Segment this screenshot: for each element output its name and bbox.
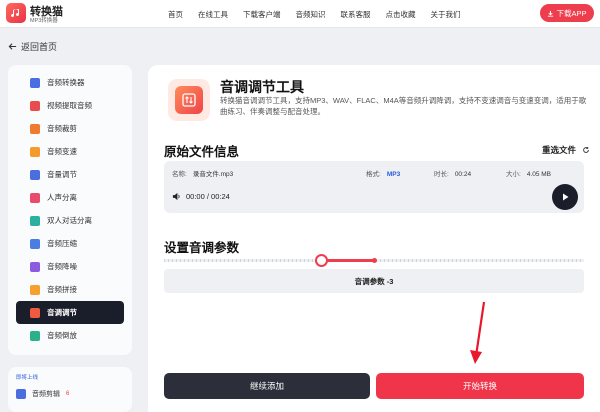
file-duration-value: 00:24 [454, 171, 472, 178]
download-icon [548, 10, 554, 17]
back-home-link[interactable]: 返回首页 [8, 40, 57, 53]
file-size-value: 4.05 MB [526, 171, 552, 178]
slider-thumb[interactable] [315, 254, 328, 267]
tool-icon [30, 123, 40, 134]
nav-contact[interactable]: 联系客服 [341, 9, 371, 20]
pitch-value-display: 音调参数 -3 [164, 269, 584, 293]
sidebar-item[interactable]: 音频压缩 [16, 232, 124, 255]
audio-player: 00:00 / 00:24 [172, 192, 230, 201]
file-name-label: 名称: [172, 171, 187, 178]
pitch-tool-icon [168, 79, 210, 121]
nav-download-client[interactable]: 下载客户端 [243, 9, 281, 20]
volume-icon[interactable] [172, 192, 181, 201]
brand-subtitle: MP3转换器 [30, 18, 58, 24]
slider-fill [321, 259, 374, 262]
main-nav: 首页 在线工具 下载客户端 音频知识 联系客服 点击收藏 关于我们 [168, 9, 476, 20]
nav-home[interactable]: 首页 [168, 9, 183, 20]
reselect-file-label: 重选文件 [541, 145, 576, 155]
sidebar-item[interactable]: 音调调节 [16, 301, 124, 324]
audio-edit-icon [16, 389, 26, 399]
refresh-icon [583, 147, 589, 153]
nav-online-tools[interactable]: 在线工具 [198, 9, 228, 20]
sidebar-item[interactable]: 视频提取音频 [16, 94, 124, 117]
continue-add-button[interactable]: 继续添加 [164, 373, 370, 399]
file-duration-row: 时长: 00:24 [434, 168, 471, 178]
tool-icon [30, 100, 40, 111]
sidebar-item[interactable]: 音频倒放 [16, 324, 124, 347]
sidebar-item-label: 音频降噪 [47, 262, 77, 271]
tool-icon [30, 238, 40, 249]
sidebar-item[interactable]: 人声分离 [16, 186, 124, 209]
download-app-label: 下载APP [556, 8, 587, 18]
red-arrow-annotation [470, 301, 486, 364]
reselect-file-button[interactable]: 重选文件 [542, 144, 590, 156]
sidebar-item-label: 音频变速 [47, 147, 77, 156]
file-size-row: 大小: 4.05 MB [506, 168, 551, 178]
tool-icon [30, 169, 40, 180]
file-info-box: 名称: 录音文件.mp3 格式: MP3 时长: 00:24 大小: 4.05 MB 0… [164, 161, 584, 213]
play-icon [563, 193, 569, 201]
playback-time: 00:00 / 00:24 [186, 192, 230, 201]
sidebar-item-label: 音频压缩 [47, 239, 77, 248]
tool-icon [30, 77, 40, 88]
sidebar-item-label: 音频倒放 [47, 331, 77, 340]
file-format-row: 格式: MP3 [366, 168, 400, 178]
sidebar-item[interactable]: 双人对话分离 [16, 209, 124, 232]
sidebar-item[interactable]: 音频变速 [16, 140, 124, 163]
sidebar-item-label: 音量调节 [47, 170, 77, 179]
start-convert-button[interactable]: 开始转换 [376, 373, 584, 399]
arrow-left-icon [8, 43, 17, 50]
sidebar-item-label: 双人对话分离 [47, 216, 92, 225]
tool-icon [30, 146, 40, 157]
sidebar-item[interactable]: 音量调节 [16, 163, 124, 186]
file-name-value: 录音文件.mp3 [192, 171, 234, 178]
tool-icon [30, 192, 40, 203]
tool-icon [30, 215, 40, 226]
tool-icon [30, 307, 40, 318]
tool-icon [30, 261, 40, 272]
sidebar-item-label: 音频裁剪 [47, 124, 77, 133]
sidebar-coming-soon: 即将上线 音频剪辑 6 [8, 367, 132, 412]
coming-soon-tag: 即将上线 [16, 375, 39, 381]
sidebar-item-label: 音调调节 [47, 308, 77, 317]
main-panel: 音调调节工具 转换猫音调调节工具，支持MP3、WAV、FLAC、M4A等音频升调… [148, 65, 600, 412]
pitch-slider[interactable] [164, 254, 584, 267]
logo-icon[interactable] [6, 3, 26, 23]
top-nav: 转换猫 MP3转换器 首页 在线工具 下载客户端 音频知识 联系客服 点击收藏 … [0, 0, 600, 28]
tool-description: 转换猫音调调节工具，支持MP3、WAV、FLAC、M4A等音频升调降调，支持不变… [220, 96, 587, 116]
sidebar-item-label: 音频转换器 [47, 78, 85, 87]
sidebar-item-label: 人声分离 [47, 193, 77, 202]
download-app-button[interactable]: 下载APP [540, 4, 594, 22]
sidebar-item[interactable]: 音频裁剪 [16, 117, 124, 140]
back-home-label: 返回首页 [21, 42, 58, 52]
file-format-label: 格式: [366, 171, 381, 178]
file-format-value: MP3 [386, 171, 401, 178]
sidebar-item-label: 音频拼接 [47, 285, 77, 294]
new-badge: 6 [66, 391, 70, 397]
nav-about[interactable]: 关于我们 [431, 9, 461, 20]
page-title: 音调调节工具 [220, 79, 304, 95]
sidebar-item-label: 视频提取音频 [47, 101, 92, 110]
pitch-params-title: 设置音调参数 [164, 241, 240, 255]
sidebar-item[interactable]: 音频降噪 [16, 255, 124, 278]
nav-bookmark[interactable]: 点击收藏 [386, 9, 416, 20]
tool-icon [30, 330, 40, 341]
sidebar-item-audio-edit[interactable]: 音频剪辑 6 [16, 389, 69, 399]
nav-audio-knowledge[interactable]: 音频知识 [296, 9, 326, 20]
sidebar: 音频转换器视频提取音频 音频裁剪音频变速音量调节人声分离双人对话分离 音频压缩音频降… [8, 65, 132, 355]
slider-center-dot [371, 258, 377, 263]
file-size-label: 大小: [506, 171, 521, 178]
play-button[interactable] [552, 184, 578, 210]
file-duration-label: 时长: [434, 171, 449, 178]
sidebar-item-label: 音频剪辑 [32, 391, 60, 398]
file-name-row: 名称: 录音文件.mp3 [172, 168, 233, 178]
sidebar-item[interactable]: 音频拼接 [16, 278, 124, 301]
tool-icon [30, 284, 40, 295]
file-info-title: 原始文件信息 [164, 145, 240, 159]
sidebar-item[interactable]: 音频转换器 [16, 71, 124, 94]
